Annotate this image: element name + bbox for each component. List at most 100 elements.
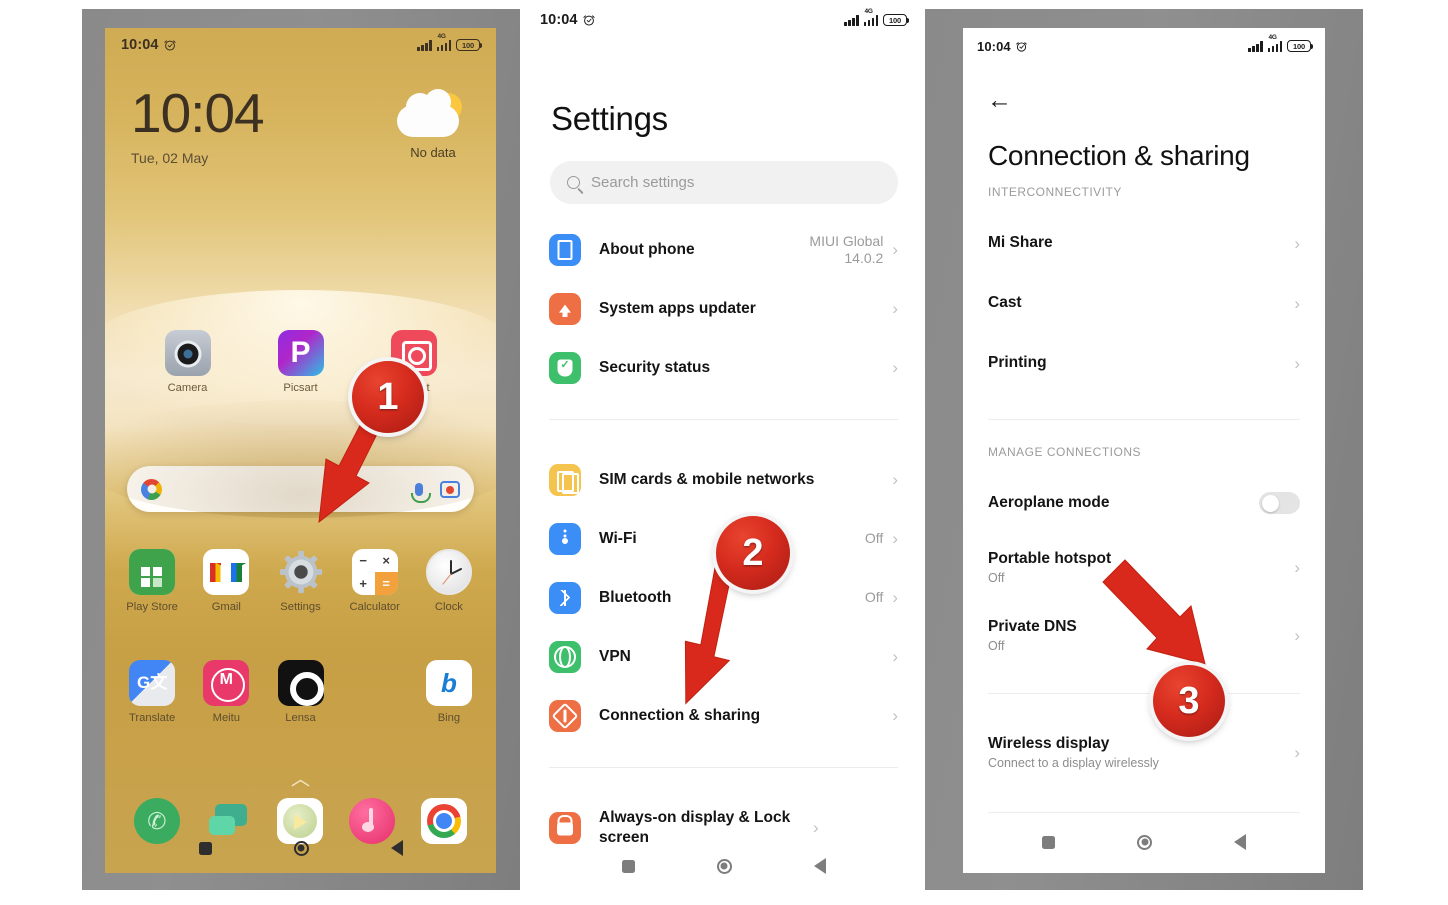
chevron-right-icon: ›: [1294, 293, 1300, 313]
aeroplane-mode-toggle[interactable]: [1259, 492, 1300, 514]
back-triangle-icon[interactable]: [1234, 834, 1246, 850]
page-title: Connection & sharing: [988, 140, 1250, 171]
clock-icon: [425, 549, 472, 595]
section-divider: [988, 812, 1300, 813]
row-sublabel: Connect to a display wirelessly: [988, 755, 1159, 770]
app-picsart[interactable]: P Picsart: [244, 330, 357, 394]
connection-sharing-icon: [549, 699, 581, 732]
app-label: Picsart: [283, 382, 318, 394]
app-lensa[interactable]: Lensa: [263, 660, 337, 724]
chevron-right-icon: ›: [892, 470, 898, 489]
status-time: 10:04: [540, 12, 578, 28]
always-on-display-icon: [549, 811, 581, 844]
settings-row-value: MIUI Global 14.0.2: [809, 232, 884, 266]
system-apps-updater-icon: [549, 292, 581, 325]
row-cast[interactable]: Cast ›: [963, 273, 1325, 333]
section-header: INTERCONNECTIVITY: [988, 185, 1122, 199]
row-aeroplane-mode[interactable]: Aeroplane mode: [963, 473, 1325, 533]
microphone-icon[interactable]: [411, 482, 431, 503]
back-triangle-icon[interactable]: [813, 858, 826, 874]
recents-square-icon[interactable]: [621, 859, 635, 873]
row-label: Printing: [988, 354, 1047, 371]
settings-row-label: Security status: [599, 358, 711, 376]
alarm-clock-icon: [1015, 41, 1027, 52]
chevron-right-icon: ›: [1294, 233, 1300, 253]
step-badge-1: 1: [352, 361, 424, 433]
app-bing[interactable]: b Bing: [412, 660, 486, 724]
app-camera[interactable]: Camera: [131, 330, 244, 394]
settings-row-label: Always-on display & Lock screen: [599, 809, 791, 846]
chevron-right-icon: ›: [1294, 742, 1300, 762]
row-label: Wireless display: [988, 734, 1110, 752]
calculator-icon: − × + =: [351, 549, 398, 595]
home-circle-icon[interactable]: [716, 858, 732, 874]
app-gmail[interactable]: Gmail: [189, 549, 263, 613]
app-label: Lensa: [285, 712, 316, 724]
settings-row-about-phone[interactable]: About phone MIUI Global 14.0.2 ›: [522, 220, 925, 279]
home-circle-icon[interactable]: [1137, 834, 1152, 850]
recents-square-icon[interactable]: [198, 841, 212, 855]
settings-row-label: System apps updater: [599, 299, 756, 317]
bluetooth-icon: [549, 581, 581, 614]
row-label: Mi Share: [988, 234, 1053, 251]
app-clock[interactable]: Clock: [412, 549, 486, 613]
chevron-right-icon: ›: [892, 588, 898, 607]
app-label: Camera: [167, 382, 208, 394]
app-label: Calculator: [349, 601, 400, 613]
section-divider: [549, 767, 898, 768]
row-label: Aeroplane mode: [988, 494, 1110, 511]
app-label: Play Store: [126, 601, 178, 613]
app-label: Settings: [280, 601, 321, 613]
battery-icon: 100: [456, 38, 483, 52]
security-status-icon: [549, 351, 581, 384]
chevron-up-icon[interactable]: ︿: [105, 764, 496, 791]
row-wireless-display[interactable]: Wireless display Connect to a display wi…: [963, 718, 1325, 786]
phone3-status-bar: 10:04 4G 100: [963, 28, 1325, 64]
network-type-label: 4G: [1268, 33, 1277, 41]
sun-behind-cloud-icon: [390, 89, 476, 141]
weather-text: No data: [410, 145, 456, 160]
google-translate-icon: G文: [129, 660, 176, 706]
battery-level: 100: [889, 15, 901, 25]
network-type-label: 4G: [437, 32, 446, 40]
settings-row-system-apps-updater[interactable]: System apps updater ›: [522, 279, 925, 338]
play-store-icon: [129, 549, 176, 595]
app-label: Gmail: [211, 601, 241, 613]
recents-square-icon[interactable]: [1042, 835, 1055, 849]
app-play-store[interactable]: Play Store: [115, 549, 189, 613]
lockscreen-clock: 10:04 Tue, 02 May: [131, 86, 265, 167]
settings-row-label: SIM cards & mobile networks: [599, 470, 815, 488]
lensa-icon: [277, 660, 324, 706]
about-phone-icon: [549, 233, 581, 266]
step-badge-2: 2: [716, 516, 790, 590]
chevron-right-icon: ›: [1294, 353, 1300, 373]
app-calculator[interactable]: − × + = Calculator: [338, 549, 412, 613]
row-printing[interactable]: Printing ›: [963, 333, 1325, 393]
phone3-connection-sharing-screen: 10:04 4G 100 ← Connection & sharing INTE…: [963, 28, 1325, 873]
app-settings[interactable]: Settings: [263, 549, 337, 613]
home-circle-icon[interactable]: [293, 840, 309, 856]
row-mi-share[interactable]: Mi Share ›: [963, 213, 1325, 273]
meitu-icon: [203, 660, 250, 706]
section-divider: [988, 419, 1300, 420]
signal-bars-sim1-icon: [844, 14, 859, 26]
chevron-right-icon: ›: [1294, 557, 1300, 577]
settings-row-sim-cards[interactable]: SIM cards & mobile networks ›: [522, 450, 925, 509]
search-settings-input[interactable]: Search settings: [550, 161, 898, 204]
google-lens-icon[interactable]: [440, 480, 460, 498]
app-meitu[interactable]: Meitu: [189, 660, 263, 724]
row-label: Cast: [988, 294, 1022, 311]
signal-bars-sim2-icon: 4G: [863, 8, 878, 26]
alarm-clock-icon: [582, 15, 595, 26]
weather-widget[interactable]: No data: [390, 89, 476, 160]
back-arrow-icon[interactable]: ←: [987, 88, 1012, 113]
chevron-right-icon: ›: [892, 647, 898, 666]
app-empty-slot: [338, 660, 412, 724]
chevron-right-icon: ›: [892, 358, 898, 377]
search-placeholder: Search settings: [591, 174, 695, 191]
settings-row-security-status[interactable]: Security status ›: [522, 338, 925, 397]
app-translate[interactable]: G文 Translate: [115, 660, 189, 724]
interconnectivity-section: INTERCONNECTIVITY Mi Share › Cast › Prin…: [963, 185, 1325, 426]
search-icon: [567, 176, 580, 189]
back-triangle-icon[interactable]: [390, 840, 403, 856]
